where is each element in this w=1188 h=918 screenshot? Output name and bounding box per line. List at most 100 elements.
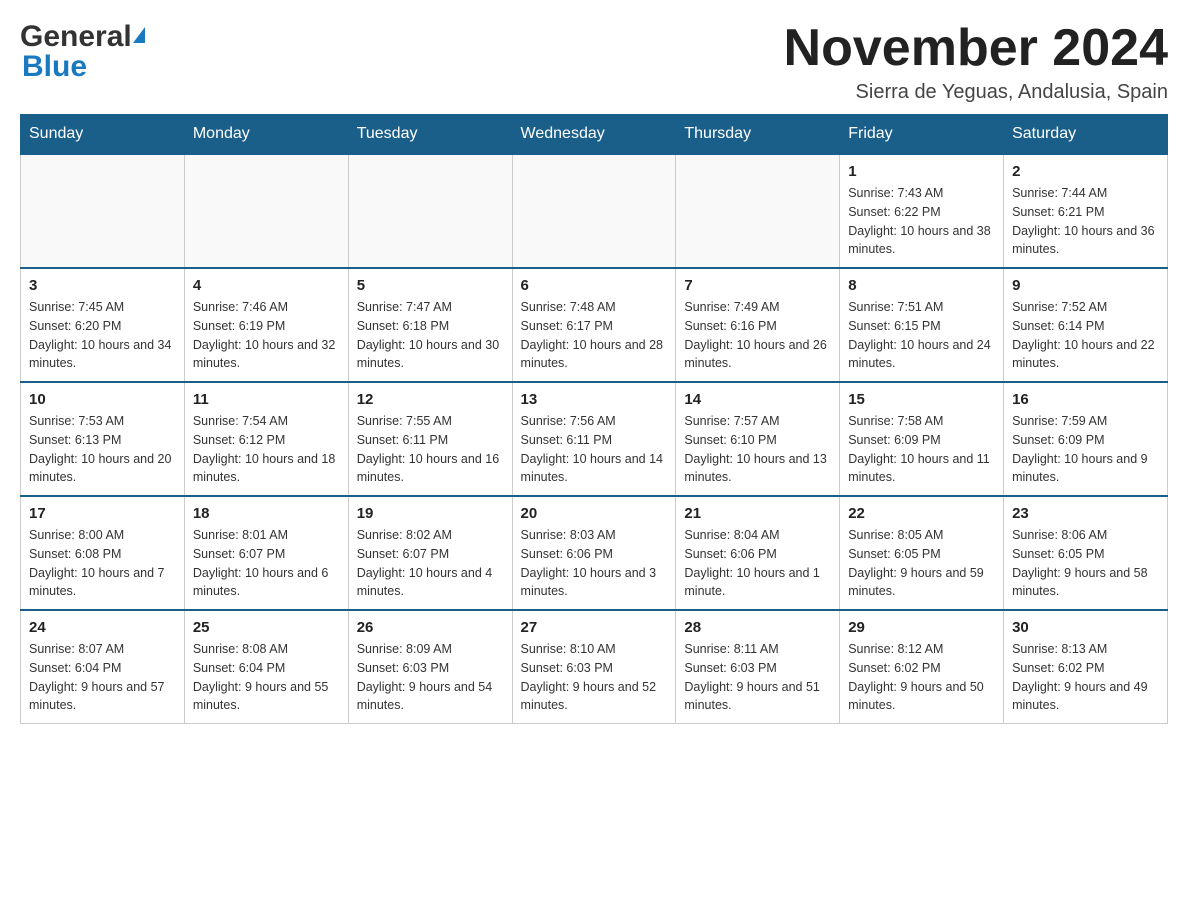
calendar-cell: 3 Sunrise: 7:45 AMSunset: 6:20 PMDaylight… xyxy=(21,268,185,382)
calendar-cell: 16 Sunrise: 7:59 AMSunset: 6:09 PMDayligh… xyxy=(1004,382,1168,496)
logo-blue: Blue xyxy=(20,50,87,84)
day-info: Sunrise: 8:12 AMSunset: 6:02 PMDaylight:… xyxy=(848,640,995,715)
day-info: Sunrise: 8:08 AMSunset: 6:04 PMDaylight:… xyxy=(193,640,340,715)
calendar-week-5: 24 Sunrise: 8:07 AMSunset: 6:04 PMDayligh… xyxy=(21,610,1168,724)
day-number: 3 xyxy=(29,277,176,294)
day-info: Sunrise: 7:58 AMSunset: 6:09 PMDaylight:… xyxy=(848,412,995,487)
page-subtitle: Sierra de Yeguas, Andalusia, Spain xyxy=(784,81,1168,104)
calendar-cell: 29 Sunrise: 8:12 AMSunset: 6:02 PMDayligh… xyxy=(840,610,1004,724)
day-number: 18 xyxy=(193,505,340,522)
calendar-cell: 24 Sunrise: 8:07 AMSunset: 6:04 PMDayligh… xyxy=(21,610,185,724)
day-info: Sunrise: 8:13 AMSunset: 6:02 PMDaylight:… xyxy=(1012,640,1159,715)
day-info: Sunrise: 8:07 AMSunset: 6:04 PMDaylight:… xyxy=(29,640,176,715)
page-title: November 2024 xyxy=(784,20,1168,77)
day-number: 15 xyxy=(848,391,995,408)
day-number: 7 xyxy=(684,277,831,294)
weekday-header-monday: Monday xyxy=(184,115,348,155)
calendar-cell: 26 Sunrise: 8:09 AMSunset: 6:03 PMDayligh… xyxy=(348,610,512,724)
weekday-header-thursday: Thursday xyxy=(676,115,840,155)
weekday-header-sunday: Sunday xyxy=(21,115,185,155)
calendar-cell: 8 Sunrise: 7:51 AMSunset: 6:15 PMDaylight… xyxy=(840,268,1004,382)
day-number: 4 xyxy=(193,277,340,294)
logo-general: General xyxy=(20,20,132,54)
day-info: Sunrise: 7:54 AMSunset: 6:12 PMDaylight:… xyxy=(193,412,340,487)
day-number: 28 xyxy=(684,619,831,636)
day-info: Sunrise: 8:02 AMSunset: 6:07 PMDaylight:… xyxy=(357,526,504,601)
day-number: 16 xyxy=(1012,391,1159,408)
day-number: 6 xyxy=(521,277,668,294)
day-number: 27 xyxy=(521,619,668,636)
page-header: General Blue November 2024 Sierra de Yeg… xyxy=(20,20,1168,104)
day-info: Sunrise: 7:47 AMSunset: 6:18 PMDaylight:… xyxy=(357,298,504,373)
day-number: 30 xyxy=(1012,619,1159,636)
day-info: Sunrise: 8:03 AMSunset: 6:06 PMDaylight:… xyxy=(521,526,668,601)
calendar-cell: 21 Sunrise: 8:04 AMSunset: 6:06 PMDayligh… xyxy=(676,496,840,610)
day-number: 17 xyxy=(29,505,176,522)
calendar-cell: 7 Sunrise: 7:49 AMSunset: 6:16 PMDaylight… xyxy=(676,268,840,382)
calendar-cell: 27Sunrise: 8:10 AMSunset: 6:03 PMDayligh… xyxy=(512,610,676,724)
day-info: Sunrise: 7:51 AMSunset: 6:15 PMDaylight:… xyxy=(848,298,995,373)
day-info: Sunrise: 7:46 AMSunset: 6:19 PMDaylight:… xyxy=(193,298,340,373)
day-info: Sunrise: 8:06 AMSunset: 6:05 PMDaylight:… xyxy=(1012,526,1159,601)
calendar-week-2: 3 Sunrise: 7:45 AMSunset: 6:20 PMDaylight… xyxy=(21,268,1168,382)
day-number: 13 xyxy=(521,391,668,408)
weekday-header-row: SundayMondayTuesdayWednesdayThursdayFrid… xyxy=(21,115,1168,155)
day-number: 23 xyxy=(1012,505,1159,522)
day-info: Sunrise: 7:57 AMSunset: 6:10 PMDaylight:… xyxy=(684,412,831,487)
calendar-cell: 14 Sunrise: 7:57 AMSunset: 6:10 PMDayligh… xyxy=(676,382,840,496)
calendar-cell: 23 Sunrise: 8:06 AMSunset: 6:05 PMDayligh… xyxy=(1004,496,1168,610)
calendar-cell: 9Sunrise: 7:52 AMSunset: 6:14 PMDaylight… xyxy=(1004,268,1168,382)
calendar-cell xyxy=(21,154,185,268)
day-info: Sunrise: 7:44 AMSunset: 6:21 PMDaylight:… xyxy=(1012,184,1159,259)
day-number: 10 xyxy=(29,391,176,408)
calendar-cell: 4 Sunrise: 7:46 AMSunset: 6:19 PMDaylight… xyxy=(184,268,348,382)
calendar-cell xyxy=(348,154,512,268)
calendar-cell: 11 Sunrise: 7:54 AMSunset: 6:12 PMDayligh… xyxy=(184,382,348,496)
calendar-cell: 15 Sunrise: 7:58 AMSunset: 6:09 PMDayligh… xyxy=(840,382,1004,496)
day-number: 21 xyxy=(684,505,831,522)
calendar-cell: 6Sunrise: 7:48 AMSunset: 6:17 PMDaylight… xyxy=(512,268,676,382)
calendar-cell: 30 Sunrise: 8:13 AMSunset: 6:02 PMDayligh… xyxy=(1004,610,1168,724)
calendar-cell: 10 Sunrise: 7:53 AMSunset: 6:13 PMDayligh… xyxy=(21,382,185,496)
calendar-week-1: 1 Sunrise: 7:43 AMSunset: 6:22 PMDaylight… xyxy=(21,154,1168,268)
logo-arrow-icon xyxy=(133,27,145,43)
day-info: Sunrise: 7:45 AMSunset: 6:20 PMDaylight:… xyxy=(29,298,176,373)
calendar-cell: 1 Sunrise: 7:43 AMSunset: 6:22 PMDaylight… xyxy=(840,154,1004,268)
day-number: 20 xyxy=(521,505,668,522)
day-info: Sunrise: 7:53 AMSunset: 6:13 PMDaylight:… xyxy=(29,412,176,487)
day-info: Sunrise: 8:11 AMSunset: 6:03 PMDaylight:… xyxy=(684,640,831,715)
day-number: 19 xyxy=(357,505,504,522)
weekday-header-friday: Friday xyxy=(840,115,1004,155)
title-section: November 2024 Sierra de Yeguas, Andalusi… xyxy=(784,20,1168,104)
day-number: 5 xyxy=(357,277,504,294)
day-number: 25 xyxy=(193,619,340,636)
weekday-header-tuesday: Tuesday xyxy=(348,115,512,155)
day-info: Sunrise: 8:01 AMSunset: 6:07 PMDaylight:… xyxy=(193,526,340,601)
day-info: Sunrise: 7:43 AMSunset: 6:22 PMDaylight:… xyxy=(848,184,995,259)
day-number: 2 xyxy=(1012,163,1159,180)
calendar-cell xyxy=(676,154,840,268)
day-number: 1 xyxy=(848,163,995,180)
day-number: 14 xyxy=(684,391,831,408)
logo: General Blue xyxy=(20,20,145,84)
day-info: Sunrise: 7:55 AMSunset: 6:11 PMDaylight:… xyxy=(357,412,504,487)
calendar-cell: 20 Sunrise: 8:03 AMSunset: 6:06 PMDayligh… xyxy=(512,496,676,610)
day-number: 8 xyxy=(848,277,995,294)
calendar-cell: 25 Sunrise: 8:08 AMSunset: 6:04 PMDayligh… xyxy=(184,610,348,724)
day-info: Sunrise: 7:49 AMSunset: 6:16 PMDaylight:… xyxy=(684,298,831,373)
weekday-header-wednesday: Wednesday xyxy=(512,115,676,155)
day-info: Sunrise: 8:09 AMSunset: 6:03 PMDaylight:… xyxy=(357,640,504,715)
calendar-cell: 12Sunrise: 7:55 AMSunset: 6:11 PMDayligh… xyxy=(348,382,512,496)
day-number: 24 xyxy=(29,619,176,636)
day-number: 22 xyxy=(848,505,995,522)
day-number: 29 xyxy=(848,619,995,636)
day-number: 26 xyxy=(357,619,504,636)
day-info: Sunrise: 8:04 AMSunset: 6:06 PMDaylight:… xyxy=(684,526,831,601)
calendar-cell: 22Sunrise: 8:05 AMSunset: 6:05 PMDayligh… xyxy=(840,496,1004,610)
calendar-cell: 2 Sunrise: 7:44 AMSunset: 6:21 PMDaylight… xyxy=(1004,154,1168,268)
day-number: 11 xyxy=(193,391,340,408)
calendar-cell: 17Sunrise: 8:00 AMSunset: 6:08 PMDayligh… xyxy=(21,496,185,610)
day-info: Sunrise: 7:56 AMSunset: 6:11 PMDaylight:… xyxy=(521,412,668,487)
day-info: Sunrise: 7:59 AMSunset: 6:09 PMDaylight:… xyxy=(1012,412,1159,487)
calendar-cell: 19 Sunrise: 8:02 AMSunset: 6:07 PMDayligh… xyxy=(348,496,512,610)
